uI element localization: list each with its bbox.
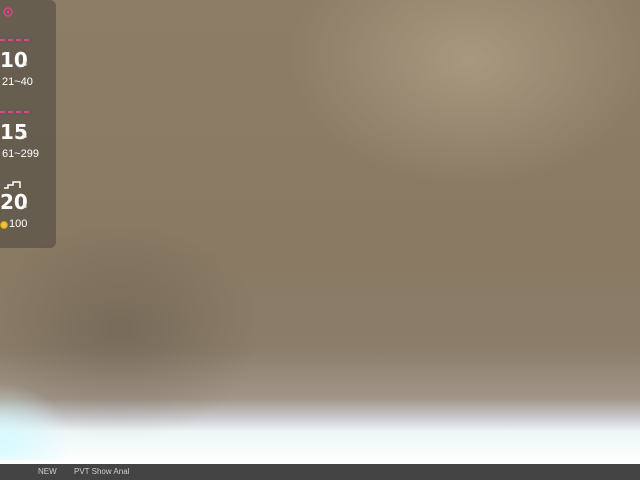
tip-tier-3[interactable]: 20 s 100 bbox=[0, 180, 56, 244]
tier-range: 21~40 bbox=[2, 76, 33, 88]
tip-tier-2[interactable]: 15 s 61~299 bbox=[0, 110, 56, 174]
tab-new[interactable]: NEW bbox=[38, 467, 57, 476]
tier-range: 61~299 bbox=[2, 148, 40, 160]
tier-range: 100 bbox=[9, 218, 28, 230]
bottom-tab-bar: NEW PVT Show Anal bbox=[0, 464, 640, 480]
tier-unit: s bbox=[23, 59, 27, 68]
coin-icon bbox=[0, 221, 8, 229]
tab-pvt-show[interactable]: PVT Show Anal bbox=[74, 467, 129, 476]
tier-unit: s bbox=[23, 131, 27, 140]
tier-unit: s bbox=[23, 201, 27, 210]
toy-control-icon bbox=[3, 7, 13, 17]
light-glare bbox=[0, 360, 120, 460]
tip-tier-1[interactable]: 10 s 21~40 bbox=[0, 38, 56, 102]
tip-menu-panel: 10 s 21~40 15 s 61~299 20 s 100 bbox=[0, 0, 56, 248]
